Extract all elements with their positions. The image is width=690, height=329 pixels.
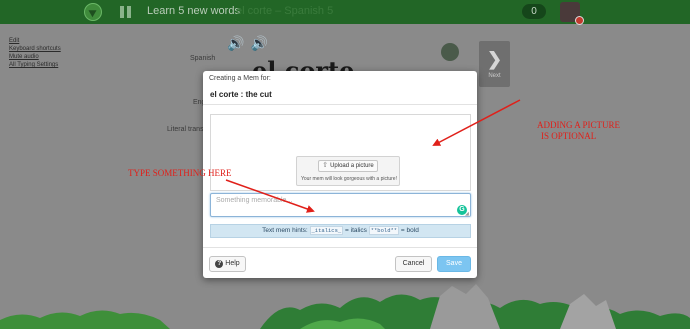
save-button[interactable]: Save — [437, 256, 471, 272]
session-title: Learn 5 new words — [147, 5, 240, 17]
mem-icon[interactable] — [441, 43, 459, 61]
text-mem-hints: Text mem hints: _italics_ = italics **bo… — [210, 224, 471, 238]
annotation-picture-line1: ADDING A PICTURE — [537, 120, 621, 130]
pause-button[interactable] — [120, 6, 131, 18]
picture-drop-area[interactable]: ⇧ Upload a picture Your mem will look gor… — [210, 114, 471, 191]
pause-icon-bar — [127, 6, 131, 18]
upload-arrow-icon: ⇧ — [322, 162, 329, 169]
mem-text-input[interactable] — [210, 193, 471, 217]
resize-grip-icon[interactable]: ◢ — [465, 211, 469, 217]
annotation-picture-line2: IS OPTIONAL — [541, 131, 597, 141]
score-badge: 0 — [522, 4, 546, 19]
chevron-right-icon: ❯ — [487, 49, 503, 69]
italic-equals: = italics — [345, 227, 367, 234]
decorative-hills — [0, 284, 690, 329]
next-label: Next — [488, 73, 501, 79]
upload-picture-button[interactable]: ⇧ Upload a picture — [318, 160, 378, 172]
keyboard-shortcuts-link[interactable]: Keyboard shortcuts — [9, 45, 61, 53]
dialog-footer: ? Help Cancel Save — [203, 247, 477, 278]
bold-equals: = bold — [400, 227, 419, 234]
typing-settings-link[interactable]: All Typing Settings — [9, 61, 61, 69]
edit-link[interactable]: Edit — [9, 37, 61, 45]
help-button[interactable]: ? Help — [209, 256, 246, 272]
session-subtitle: el corte – Spanish 5 — [236, 5, 334, 17]
hints-prefix: Text mem hints: — [262, 227, 308, 234]
side-links: Edit Keyboard shortcuts Mute audio All T… — [9, 37, 61, 69]
spanish-label: Spanish — [190, 55, 216, 62]
create-mem-dialog: Creating a Mem for: el corte : the cut ⇧… — [203, 71, 477, 278]
upload-picture-label: Upload a picture — [330, 163, 374, 169]
upload-hint: Your mem will look gorgeous with a pictu… — [301, 176, 397, 182]
speaker-icons: 🔊🔊 — [227, 35, 274, 52]
cancel-button[interactable]: Cancel — [395, 256, 432, 272]
pause-icon-bar — [120, 6, 124, 18]
notification-badge — [575, 16, 584, 25]
dialog-word: el corte : the cut — [210, 90, 272, 99]
speaker-icon[interactable]: 🔊 — [250, 35, 273, 51]
top-bar: Learn 5 new words el corte – Spanish 5 0 — [0, 0, 690, 25]
speaker-icon[interactable]: 🔊 — [227, 35, 250, 51]
upload-box: ⇧ Upload a picture Your mem will look gor… — [296, 156, 400, 186]
avatar[interactable] — [560, 2, 584, 25]
dialog-title: Creating a Mem for: — [209, 75, 271, 82]
question-mark-icon: ? — [215, 260, 224, 268]
next-button[interactable]: ❯ Next — [479, 41, 510, 87]
help-label: Help — [225, 260, 240, 267]
italic-code: _italics_ — [309, 226, 344, 235]
mute-audio-link[interactable]: Mute audio — [9, 53, 61, 61]
bold-code: **bold** — [368, 226, 400, 235]
dialog-header: Creating a Mem for: el corte : the cut — [203, 71, 477, 105]
memrise-logo-icon[interactable] — [84, 3, 102, 21]
annotation-type-here: TYPE SOMETHING HERE — [128, 168, 232, 178]
